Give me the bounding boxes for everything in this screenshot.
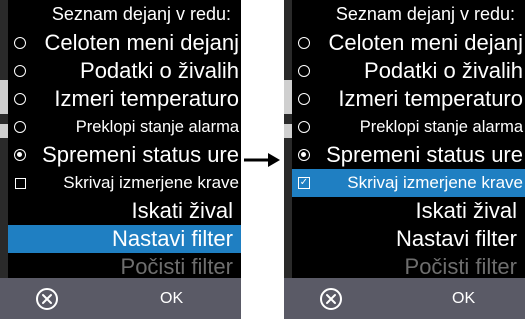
menu-item-measure-temperature[interactable]: Izmeri temperaturo: [8, 85, 241, 113]
ok-button[interactable]: OK: [452, 278, 475, 319]
menu-item-change-watch-status[interactable]: Spremeni status ure: [8, 141, 241, 169]
arrow-right-icon: [244, 153, 280, 167]
menu-title: Seznam dejanj v redu:: [51, 4, 231, 24]
ok-button[interactable]: OK: [160, 278, 183, 319]
menu-item-hide-measured-cows[interactable]: ✓ Skrivaj izmerjene krave: [292, 169, 525, 197]
radio-checked-icon: [12, 147, 28, 163]
action-menu: Celoten meni dejanj Podatki o živalih Iz…: [292, 29, 525, 281]
menu-item-hide-measured-cows[interactable]: Skrivaj izmerjene krave: [8, 169, 241, 197]
menu-item-full-action-menu[interactable]: Celoten meni dejanj: [292, 29, 525, 57]
screen-before: Seznam dejanj v redu: Celoten meni dejan…: [0, 0, 241, 319]
menu-item-animal-data[interactable]: Podatki o živalih: [292, 57, 525, 85]
action-menu: Celoten meni dejanj Podatki o živalih Iz…: [8, 29, 241, 281]
menu-item-search-animal[interactable]: Iskati žival: [8, 197, 241, 225]
background-block: [284, 80, 292, 114]
menu-item-clear-filter: Počisti filter: [404, 254, 517, 279]
radio-icon: [12, 91, 28, 107]
radio-icon: [296, 35, 312, 51]
menu-item-search-animal[interactable]: Iskati žival: [292, 197, 525, 225]
bottom-action-bar: OK: [284, 278, 525, 319]
radio-icon: [296, 119, 312, 135]
menu-item-clear-filter: Počisti filter: [120, 254, 233, 279]
menu-item-animal-data[interactable]: Podatki o živalih: [8, 57, 241, 85]
background-strip: [284, 0, 292, 278]
menu-item-set-filter[interactable]: Nastavi filter: [292, 225, 525, 253]
menu-item-measure-temperature[interactable]: Izmeri temperaturo: [292, 85, 525, 113]
radio-checked-icon: [296, 147, 312, 163]
menu-item-toggle-alarm[interactable]: Preklopi stanje alarma: [8, 113, 241, 141]
screen-after: Seznam dejanj v redu: Celoten meni dejan…: [284, 0, 525, 319]
menu-item-toggle-alarm[interactable]: Preklopi stanje alarma: [292, 113, 525, 141]
cancel-circle-x-icon[interactable]: [319, 287, 343, 311]
background-block: [0, 124, 8, 138]
bottom-action-bar: OK: [0, 278, 241, 319]
menu-item-set-filter[interactable]: Nastavi filter: [8, 225, 241, 253]
cancel-circle-x-icon[interactable]: [35, 287, 59, 311]
radio-icon: [12, 63, 28, 79]
background-strip: [0, 0, 8, 278]
radio-icon: [12, 119, 28, 135]
radio-icon: [296, 91, 312, 107]
menu-item-change-watch-status[interactable]: Spremeni status ure: [292, 141, 525, 169]
background-block: [0, 80, 8, 114]
background-block: [284, 124, 292, 138]
checkbox-icon: [12, 175, 28, 191]
radio-icon: [296, 63, 312, 79]
checkbox-checked-icon: ✓: [298, 177, 310, 189]
menu-item-full-action-menu[interactable]: Celoten meni dejanj: [8, 29, 241, 57]
radio-icon: [12, 35, 28, 51]
menu-title: Seznam dejanj v redu:: [335, 4, 515, 24]
